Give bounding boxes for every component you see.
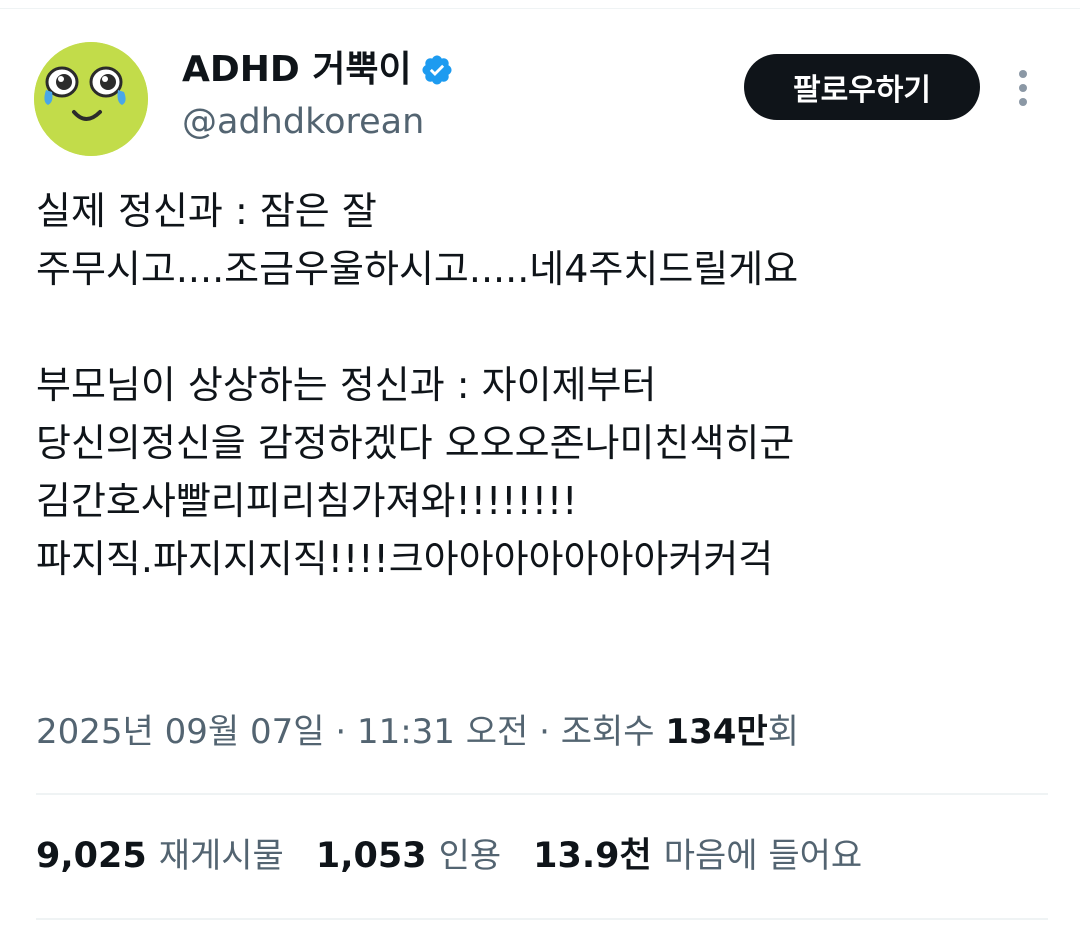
quotes-stat[interactable]: 1,053 인용 — [316, 830, 501, 882]
author-name-row[interactable]: ADHD 거뿍이 — [182, 48, 454, 92]
divider — [36, 793, 1048, 795]
tweet-body: 실제 정신과 : 잠은 잘 주무시고....조금우울하시고.....네4주치드릴… — [36, 182, 1056, 588]
tweet-line: 실제 정신과 : 잠은 잘 — [36, 189, 377, 233]
tweet-meta: 2025년 09월 07일 · 11:31 오전 · 조회수 134만회 — [36, 706, 799, 758]
tweet-line: 부모님이 상상하는 정신과 : 자이제부터 — [36, 363, 657, 407]
verified-badge-icon — [422, 55, 452, 85]
likes-count: 13.9천 — [533, 836, 652, 876]
tweet-date[interactable]: 2025년 09월 07일 — [36, 712, 325, 752]
author-display-name[interactable]: ADHD 거뿍이 — [182, 48, 412, 92]
tweet-line: 주무시고....조금우울하시고.....네4주치드릴게요 — [36, 247, 799, 291]
avatar[interactable] — [34, 42, 148, 156]
views-label: 조회수 — [560, 712, 655, 752]
divider — [36, 918, 1048, 920]
meta-separator: · — [539, 712, 550, 752]
quotes-label: 인용 — [438, 836, 502, 876]
engagement-stats: 9,025 재게시물 1,053 인용 13.9천 마음에 들어요 — [36, 830, 862, 882]
quotes-count: 1,053 — [315, 836, 427, 876]
author-handle[interactable]: @adhdkorean — [182, 100, 424, 144]
tweet-line: 당신의정신을 감정하겠다 오오오존나미친색히군 — [36, 421, 795, 465]
likes-label: 마음에 들어요 — [663, 836, 863, 876]
tweet-time[interactable]: 11:31 오전 — [357, 712, 528, 752]
top-divider — [0, 8, 1080, 9]
tweet-line: 김간호사빨리피리침가져와!!!!!!!! — [36, 479, 578, 523]
views-count: 134만 — [665, 712, 768, 752]
meta-separator: · — [335, 712, 347, 752]
more-vertical-icon[interactable] — [1008, 66, 1038, 110]
reposts-count: 9,025 — [36, 836, 147, 876]
smiling-face-with-teary-eyes-icon — [34, 42, 148, 156]
views-suffix: 회 — [767, 712, 799, 752]
reposts-stat[interactable]: 9,025 재게시물 — [36, 830, 284, 882]
reposts-label: 재게시물 — [158, 836, 284, 876]
follow-button[interactable]: 팔로우하기 — [744, 54, 980, 120]
tweet-line: 파지직.파지지지직!!!!크아아아아아아아커커걱 — [36, 537, 774, 581]
likes-stat[interactable]: 13.9천 마음에 들어요 — [533, 830, 862, 882]
